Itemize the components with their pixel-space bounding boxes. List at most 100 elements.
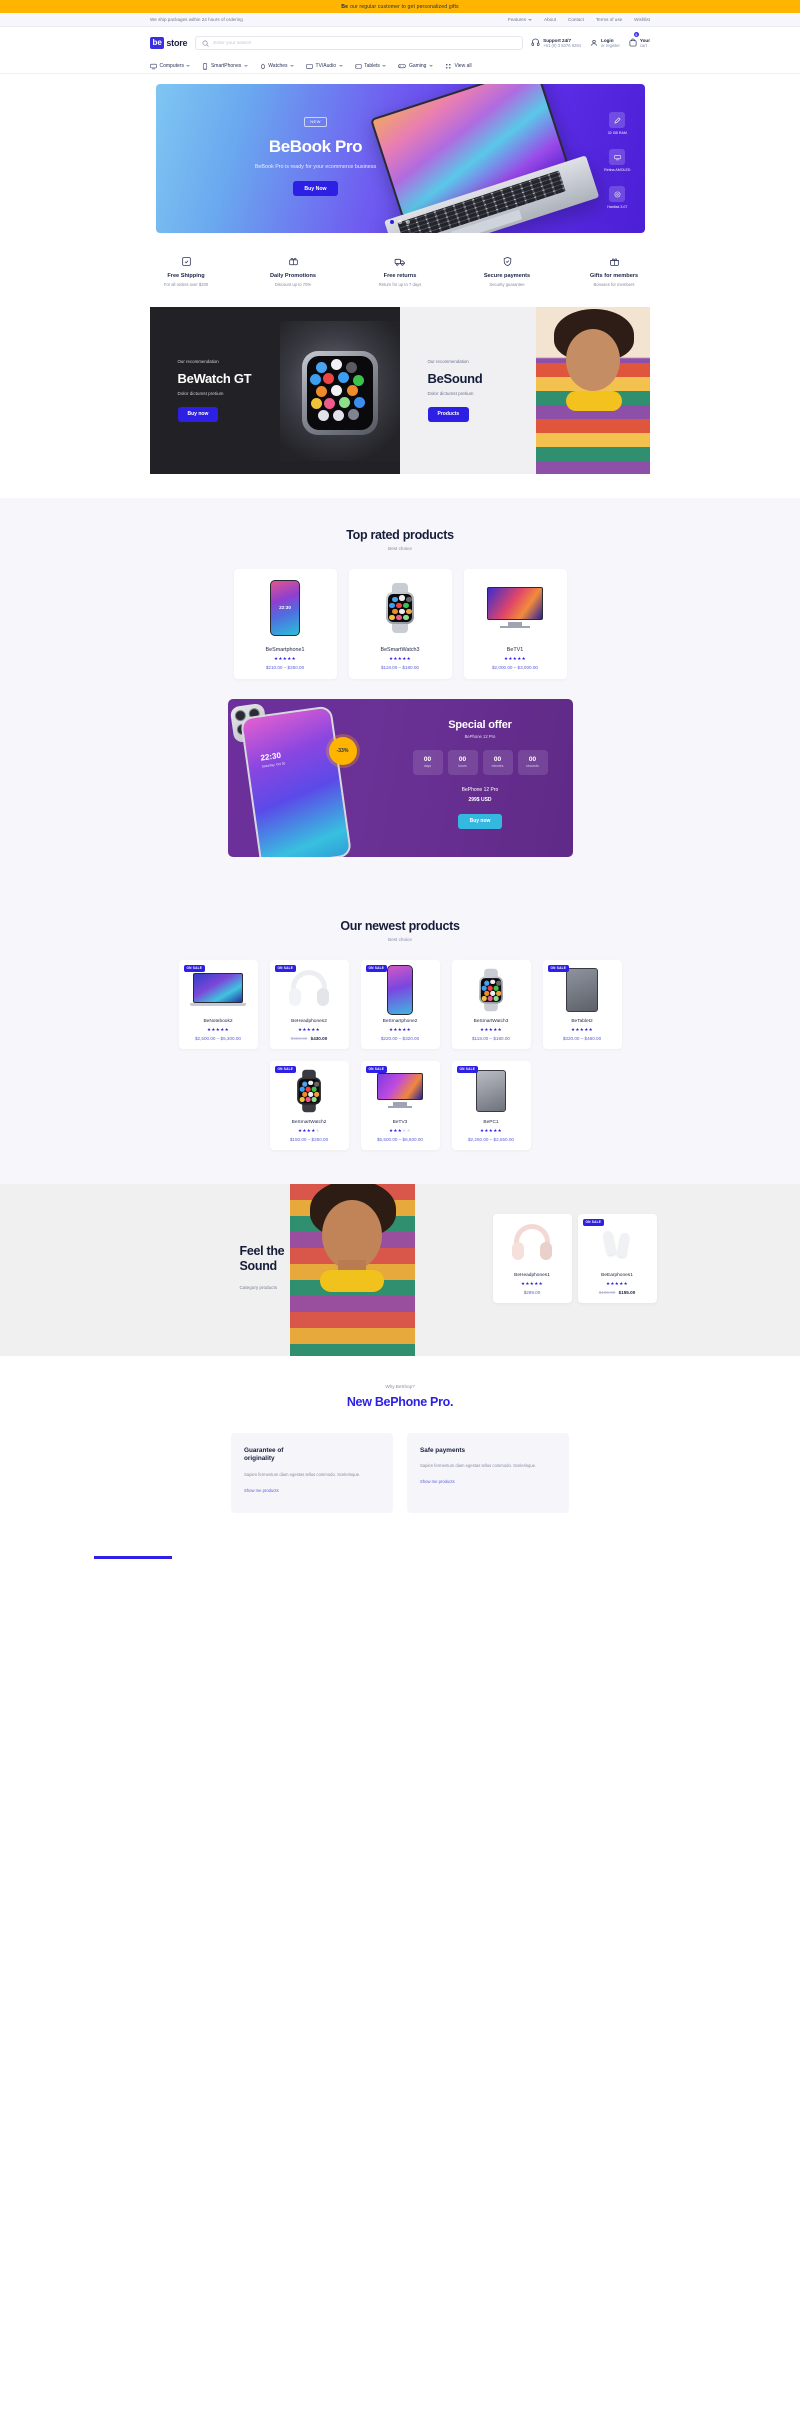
feel-title-line2: Sound xyxy=(239,1258,278,1273)
product-name: BeTV3 xyxy=(392,1119,408,1125)
model-face xyxy=(565,328,620,391)
product-name: BeEarphones1 xyxy=(601,1272,633,1278)
earphone-thumb-icon xyxy=(597,1227,637,1261)
pen-icon xyxy=(609,112,626,128)
countdown-seconds-value: 00 xyxy=(528,756,537,763)
product-card[interactable]: ON SALE BeSmartphone2 ★★★★★ $220.00 – $3… xyxy=(360,959,440,1049)
product-card[interactable]: 22:30 BeSmartphone1 ★★★★★ $210.00 – $250… xyxy=(233,568,337,679)
bephone-image: 22:30 Saturday, Oct 26 xyxy=(239,704,352,857)
category-view-all[interactable]: View all xyxy=(445,63,472,70)
product-card[interactable]: ON SALE BeSmartWatch2 ★★★★★ $150.00 – $2… xyxy=(269,1060,349,1150)
login-subtitle: or register xyxy=(601,43,620,49)
hero-spec-display: Retina AMOLED xyxy=(604,149,631,172)
cart-action[interactable]: 0 Your cart xyxy=(629,32,650,52)
box-check-icon xyxy=(148,255,224,268)
product-card[interactable]: BeSmartWatch3 ★★★★★ $118.00 – $180.00 xyxy=(451,959,531,1049)
hero-new-badge: NEW xyxy=(304,116,327,127)
product-card[interactable]: ON SALE BeNotebook2 ★★★★★ $2,500.00 – $5… xyxy=(178,959,258,1049)
utility-link-features[interactable]: Features xyxy=(508,17,533,22)
monitor-icon xyxy=(150,63,157,69)
product-price: $2,250.00 – $2,550.00 xyxy=(468,1136,514,1142)
display-icon xyxy=(609,149,626,165)
watch-face xyxy=(306,355,373,430)
promo-banner[interactable]: Be our regular customer to get personali… xyxy=(0,0,800,13)
newest-products-title: Our newest products xyxy=(340,918,460,933)
product-price: $299.00 xyxy=(523,1289,541,1295)
category-gaming[interactable]: Gaming xyxy=(398,63,433,69)
product-rating: ★★★★★ xyxy=(388,1127,412,1133)
newest-products-header: Our newest products Best choice xyxy=(0,889,800,960)
chevron-down-icon xyxy=(428,65,433,67)
utility-link-wishlist[interactable]: Wishlist xyxy=(634,17,650,22)
cart-count-badge: 0 xyxy=(633,32,639,37)
feature-daily-promotions-title: Daily Promotions xyxy=(269,273,316,279)
product-thumbnail xyxy=(548,967,617,1013)
product-thumbnail xyxy=(366,964,435,1015)
category-smartphones[interactable]: SmartPhones xyxy=(202,62,248,70)
user-icon xyxy=(591,39,597,46)
product-card[interactable]: BeSmartWatch3 ★★★★★ $118.00 – $180.00 xyxy=(348,568,452,679)
product-thumbnail xyxy=(366,1068,435,1114)
category-computers[interactable]: Computers xyxy=(150,63,191,70)
features-strip: Free Shipping For all orders over $200 D… xyxy=(0,233,800,307)
special-offer-image: 22:30 Saturday, Oct 26 -33% xyxy=(228,699,388,857)
product-new-price: $155.00 xyxy=(618,1289,636,1295)
bewatch-buy-now-button[interactable]: Buy now xyxy=(177,406,219,422)
category-watches[interactable]: Watches xyxy=(260,63,295,70)
why-card-safe-payments-link[interactable]: Show me products xyxy=(420,1479,455,1484)
product-card[interactable]: ON SALE BeEarphones1 ★★★★★ $180.00 $155.… xyxy=(577,1213,657,1303)
product-price: $150.00 – $250.00 xyxy=(289,1136,329,1142)
utility-link-contact[interactable]: Contact xyxy=(568,17,584,22)
product-card[interactable]: ON SALE BeTV3 ★★★★★ $5,500.00 – $6,500.0… xyxy=(360,1060,440,1150)
product-price: $2,000.00 – $3,000.00 xyxy=(492,664,538,670)
search-box[interactable] xyxy=(195,36,524,50)
search-input[interactable] xyxy=(213,40,517,46)
special-offer-banner: 22:30 Saturday, Oct 26 -33% Special offe… xyxy=(227,698,573,857)
feature-daily-promotions-sub: Discount up to 70% xyxy=(274,281,312,287)
special-offer-buy-button[interactable]: Buy now xyxy=(457,813,503,829)
site-logo[interactable]: be store xyxy=(150,37,188,49)
recommendation-card-besound: Our recommendation BeSound Dolor dictums… xyxy=(399,306,650,474)
hero-slide-dot-2[interactable] xyxy=(398,220,402,224)
product-name: BeSmartphone2 xyxy=(382,1018,418,1024)
product-name: BeHeadphones1 xyxy=(514,1272,550,1278)
category-nav: Computers SmartPhones Watches TV/Audio T… xyxy=(0,59,800,74)
special-offer-product-price: 299$ USD xyxy=(468,796,492,803)
feature-free-returns-title: Free returns xyxy=(383,273,417,279)
product-card[interactable]: ON SALE BeTablet2 ★★★★★ $320.00 – $480.0… xyxy=(542,959,622,1049)
product-card[interactable]: ON SALE BeHeadphones2 ★★★★★ $450.00 $430… xyxy=(269,959,349,1049)
product-rating: ★★★★★ xyxy=(388,1026,412,1032)
hero-spec-disk: Hardisk 3.07 xyxy=(604,186,630,209)
product-thumbnail xyxy=(457,967,526,1013)
category-smartphones-label: SmartPhones xyxy=(210,63,242,69)
hero-buy-now-button[interactable]: Buy Now xyxy=(293,181,338,197)
why-title-plain: New xyxy=(346,1394,375,1409)
cart-subtitle: cart xyxy=(639,43,647,49)
category-tablets[interactable]: Tablets xyxy=(355,63,387,70)
feature-free-returns: Free returns Return for up to 7 days xyxy=(362,255,438,287)
product-price: $5,500.00 – $6,500.00 xyxy=(377,1136,423,1142)
utility-link-terms[interactable]: Terms of use xyxy=(596,17,622,22)
hero-slide-dot-3[interactable] xyxy=(406,220,410,224)
login-action[interactable]: Login or register xyxy=(590,38,620,49)
product-card[interactable]: BeHeadphones1 ★★★★★ $299.00 xyxy=(492,1213,572,1303)
hero-section: NEW BeBook Pro BeBook Pro is ready for y… xyxy=(0,74,800,233)
product-card[interactable]: ON SALE BePC1 ★★★★★ $2,250.00 – $2,550.0… xyxy=(451,1060,531,1150)
feature-gifts-members-sub: Bonuses for members xyxy=(593,281,635,287)
bewatch-product-image xyxy=(279,320,400,461)
category-watches-label: Watches xyxy=(268,63,288,69)
product-card[interactable]: BeTV1 ★★★★★ $2,000.00 – $3,000.00 xyxy=(463,568,567,679)
besound-products-button[interactable]: Products xyxy=(427,406,470,422)
special-offer-copy: Special offer BePhone 12 Pro 00 days 00 … xyxy=(388,699,573,857)
special-offer-product-name: BePhone 12 Pro xyxy=(461,786,499,793)
why-card-safe-payments-body: Sapien fermentum diam egestas tellus com… xyxy=(420,1463,537,1469)
product-rating: ★★★★★ xyxy=(570,1026,594,1032)
product-thumbnail xyxy=(457,1068,526,1114)
hero-slide-dot-1[interactable] xyxy=(390,220,394,224)
utility-link-about[interactable]: About xyxy=(544,17,556,22)
product-thumbnail xyxy=(583,1221,652,1267)
besound-model-image xyxy=(535,306,650,474)
why-card-originality-link[interactable]: Show me products xyxy=(244,1488,279,1493)
support-info[interactable]: Support 24/7 +61 (0) 3 8376 6284 xyxy=(531,38,581,49)
category-tv-audio[interactable]: TV/Audio xyxy=(306,63,343,70)
